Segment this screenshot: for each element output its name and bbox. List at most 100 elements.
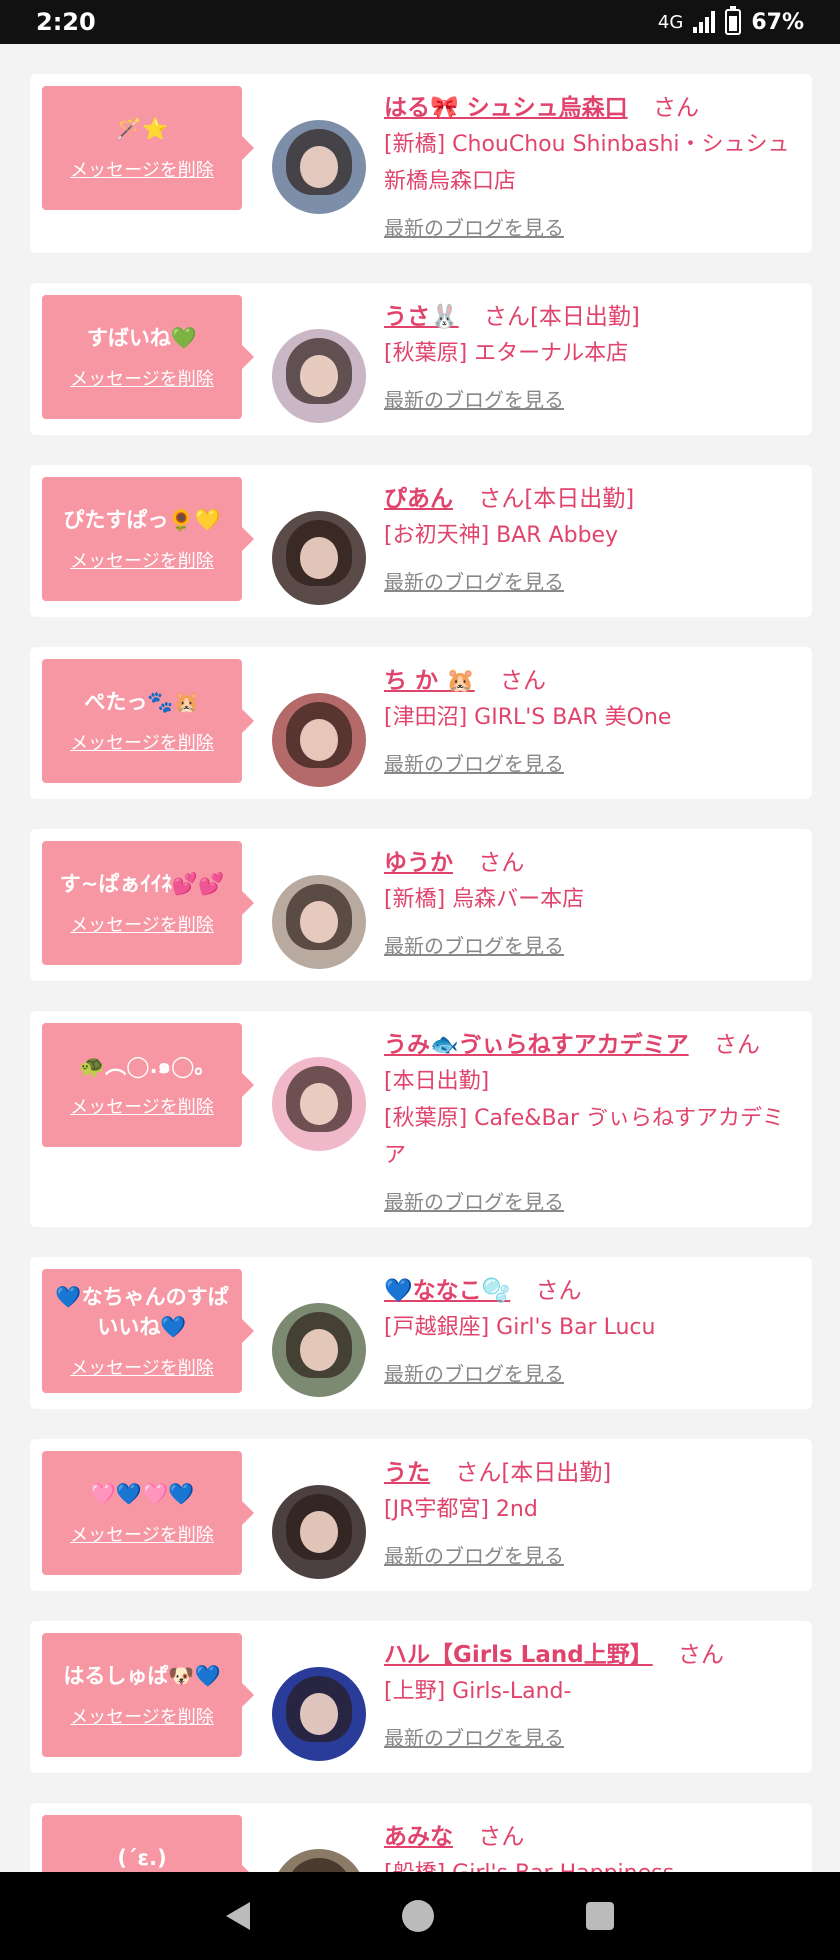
- list-item: 🐢︵◯.๑◯｡ メッセージを削除 うみ🐟ゔぃらねすアカデミア さん [本日出勤]…: [30, 1011, 812, 1227]
- back-icon[interactable]: [226, 1902, 250, 1930]
- latest-blog-link[interactable]: 最新のブログを見る: [384, 1722, 564, 1751]
- cast-info: うさ🐰 さん[本日出勤] [秋葉原] エターナル本店 最新のブログを見る: [384, 295, 798, 413]
- latest-blog-link[interactable]: 最新のブログを見る: [384, 1358, 564, 1387]
- avatar[interactable]: [272, 693, 366, 787]
- latest-blog-link[interactable]: 最新のブログを見る: [384, 384, 564, 413]
- cast-info: ハル【Girls Land上野】 さん [上野] Girls-Land- 最新の…: [384, 1633, 798, 1751]
- cast-info: ぴあん さん[本日出勤] [お初天神] BAR Abbey 最新のブログを見る: [384, 477, 798, 595]
- name-line: ち か 🐹 さん: [384, 663, 798, 699]
- latest-blog-link[interactable]: 最新のブログを見る: [384, 566, 564, 595]
- shop-name: [船橋] Girl's Bar Happiness: [384, 1855, 798, 1872]
- honorific: さん: [652, 95, 699, 121]
- honorific: さん: [478, 850, 525, 876]
- avatar[interactable]: [272, 329, 366, 423]
- avatar[interactable]: [272, 1057, 366, 1151]
- cast-name-link[interactable]: あみな: [384, 1824, 453, 1850]
- cast-name-link[interactable]: ハル【Girls Land上野】: [384, 1642, 653, 1668]
- home-icon[interactable]: [402, 1900, 434, 1932]
- message-text: 🩷💙🩷💙: [89, 1482, 195, 1506]
- cast-name-link[interactable]: ち か 🐹: [384, 668, 475, 694]
- status-icons: 4G 67%: [657, 6, 804, 35]
- cast-info: うた さん[本日出勤] [JR宇都宮] 2nd 最新のブログを見る: [384, 1451, 798, 1569]
- delete-message-button[interactable]: メッセージを削除: [70, 365, 214, 391]
- list-item: 💙なちゃんのすぱいいね💙 メッセージを削除 💙ななこ🫧 さん [戸越銀座] Gi…: [30, 1257, 812, 1409]
- avatar-face: [300, 1693, 338, 1735]
- avatar-hair: [286, 1858, 352, 1872]
- cast-name-link[interactable]: うみ🐟ゔぃらねすアカデミア: [384, 1032, 689, 1058]
- name-line: うた さん[本日出勤]: [384, 1455, 798, 1491]
- latest-blog-link[interactable]: 最新のブログを見る: [384, 212, 564, 241]
- message-bubble: ぺたっ🐾🐹 メッセージを削除: [42, 659, 242, 783]
- cast-name-link[interactable]: ぴあん: [384, 486, 453, 512]
- delete-message-button[interactable]: メッセージを削除: [70, 1703, 214, 1729]
- name-line: うみ🐟ゔぃらねすアカデミア さん: [384, 1027, 798, 1063]
- avatar-face: [300, 1083, 338, 1125]
- cast-info: ち か 🐹 さん [津田沼] GIRL'S BAR 美One 最新のブログを見る: [384, 659, 798, 777]
- delete-message-button[interactable]: メッセージを削除: [70, 1354, 214, 1380]
- name-line: ゆうか さん: [384, 845, 798, 881]
- message-text: すばいね💚: [86, 326, 198, 350]
- name-line: 💙ななこ🫧 さん: [384, 1273, 798, 1309]
- network-type: 4G: [657, 11, 684, 33]
- shop-name: [新橋] 烏森バー本店: [384, 887, 585, 912]
- cast-name-link[interactable]: うさ🐰: [384, 304, 459, 330]
- cast-name-link[interactable]: 💙ななこ🫧: [384, 1278, 510, 1304]
- latest-blog-link[interactable]: 最新のブログを見る: [384, 748, 564, 777]
- latest-blog-link[interactable]: 最新のブログを見る: [384, 1540, 564, 1569]
- message-text: はるしゅぱ🐶💙: [63, 1664, 221, 1688]
- message-bubble: 🪄⭐ メッセージを削除: [42, 86, 242, 210]
- message-text: 💙なちゃんのすぱいいね💙: [55, 1285, 229, 1339]
- name-line: ぴあん さん[本日出勤]: [384, 481, 798, 517]
- message-list[interactable]: 🪄⭐ メッセージを削除 はる🎀 シュシュ烏森口 さん [新橋] ChouChou…: [0, 44, 840, 1872]
- message-bubble: (´ε.) メッセージを削除: [42, 1815, 242, 1872]
- name-line: ハル【Girls Land上野】 さん: [384, 1637, 798, 1673]
- avatar-face: [300, 355, 338, 397]
- latest-blog-link[interactable]: 最新のブログを見る: [384, 1186, 564, 1215]
- cast-info: ゆうか さん [新橋] 烏森バー本店 最新のブログを見る: [384, 841, 798, 959]
- list-item: す~ぱぁｲｲﾈ💕💕 メッセージを削除 ゆうか さん [新橋] 烏森バー本店 最新…: [30, 829, 812, 981]
- battery-percent: 67%: [751, 9, 804, 35]
- status-time: 2:20: [36, 8, 96, 36]
- avatar[interactable]: [272, 1849, 366, 1872]
- list-item: はるしゅぱ🐶💙 メッセージを削除 ハル【Girls Land上野】 さん [上野…: [30, 1621, 812, 1773]
- recent-apps-icon[interactable]: [586, 1902, 614, 1930]
- name-line: あみな さん: [384, 1819, 798, 1855]
- delete-message-button[interactable]: メッセージを削除: [70, 1521, 214, 1547]
- message-bubble: すばいね💚 メッセージを削除: [42, 295, 242, 419]
- message-text: す~ぱぁｲｲﾈ💕💕: [59, 872, 225, 896]
- delete-message-button[interactable]: メッセージを削除: [70, 547, 214, 573]
- avatar[interactable]: [272, 1485, 366, 1579]
- list-item: ぺたっ🐾🐹 メッセージを削除 ち か 🐹 さん [津田沼] GIRL'S BAR…: [30, 647, 812, 799]
- avatar[interactable]: [272, 511, 366, 605]
- cast-info: うみ🐟ゔぃらねすアカデミア さん [本日出勤] [秋葉原] Cafe&Bar ゔぃ…: [384, 1023, 798, 1215]
- name-line: はる🎀 シュシュ烏森口 さん: [384, 90, 798, 126]
- cast-name-link[interactable]: ゆうか: [384, 850, 453, 876]
- avatar[interactable]: [272, 1303, 366, 1397]
- avatar-face: [300, 146, 338, 188]
- delete-message-button[interactable]: メッセージを削除: [70, 911, 214, 937]
- avatar-face: [300, 1329, 338, 1371]
- shop-name: [戸越銀座] Girl's Bar Lucu: [384, 1315, 656, 1340]
- message-bubble: ぴたすぱっ🌻💛 メッセージを削除: [42, 477, 242, 601]
- avatar[interactable]: [272, 875, 366, 969]
- delete-message-button[interactable]: メッセージを削除: [70, 729, 214, 755]
- shop-name: [秋葉原] Cafe&Bar ゔぃらねすアカデミア: [384, 1106, 785, 1168]
- avatar[interactable]: [272, 120, 366, 214]
- honorific: さん: [478, 486, 525, 512]
- shop-name: [JR宇都宮] 2nd: [384, 1497, 538, 1522]
- signal-icon: [693, 11, 716, 33]
- cast-name-link[interactable]: うた: [384, 1460, 430, 1486]
- system-navigation-bar: [0, 1872, 840, 1960]
- message-bubble: 🐢︵◯.๑◯｡ メッセージを削除: [42, 1023, 242, 1147]
- shop-name: [本日出勤]: [384, 1069, 490, 1094]
- message-bubble: はるしゅぱ🐶💙 メッセージを削除: [42, 1633, 242, 1757]
- latest-blog-link[interactable]: 最新のブログを見る: [384, 930, 564, 959]
- avatar[interactable]: [272, 1667, 366, 1761]
- name-line: うさ🐰 さん[本日出勤]: [384, 299, 798, 335]
- battery-icon: [725, 6, 742, 35]
- cast-name-link[interactable]: はる🎀 シュシュ烏森口: [384, 95, 628, 121]
- message-text: 🐢︵◯.๑◯｡: [79, 1054, 205, 1078]
- delete-message-button[interactable]: メッセージを削除: [70, 1093, 214, 1119]
- avatar-face: [300, 1511, 338, 1553]
- delete-message-button[interactable]: メッセージを削除: [70, 156, 214, 182]
